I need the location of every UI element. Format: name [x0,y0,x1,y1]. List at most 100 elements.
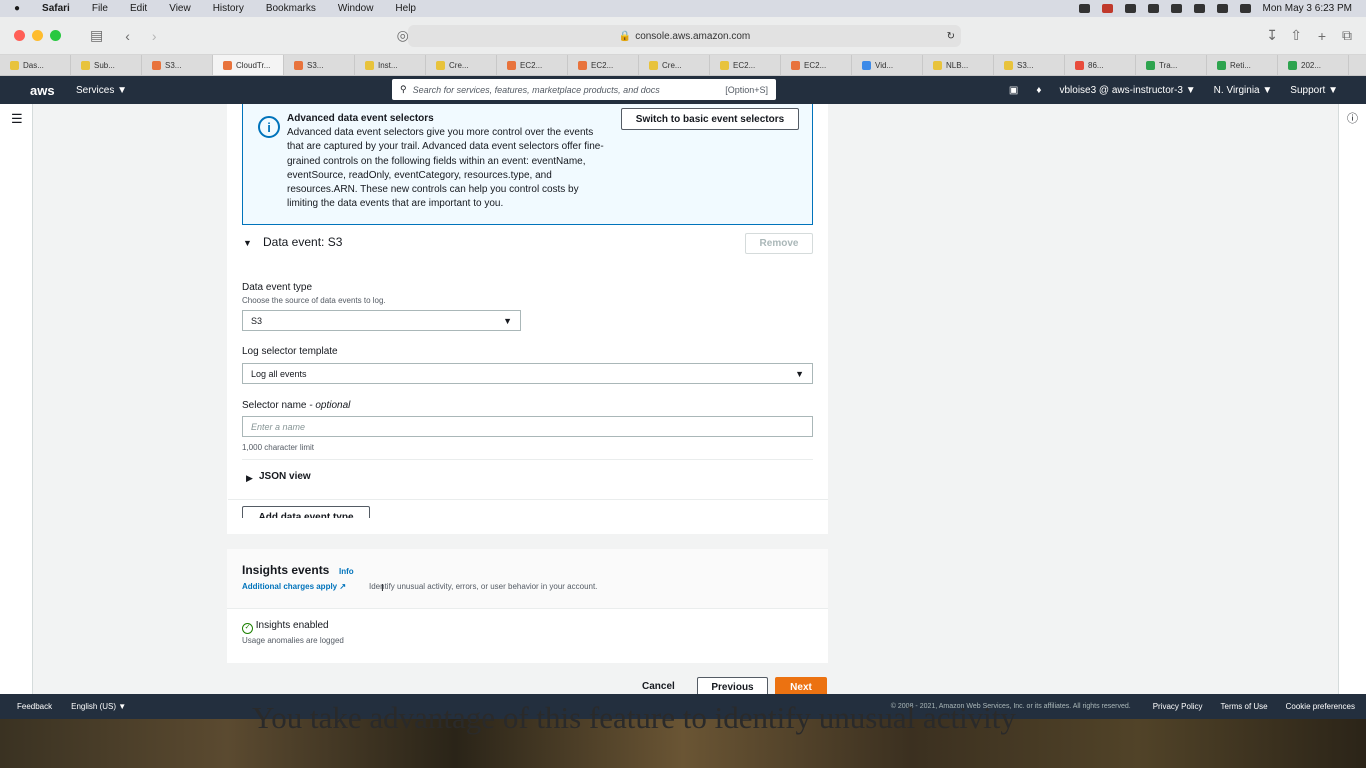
minimize-window-icon[interactable] [32,30,43,41]
data-event-type-value: S3 [251,315,263,326]
tab-favicon-icon [578,60,587,70]
dropbox-icon[interactable] [1078,4,1090,13]
forward-icon[interactable]: › [152,28,157,44]
selector-name-label-text: Selector name [242,400,307,411]
app-icon[interactable] [1101,4,1113,13]
switch-to-basic-selectors-button[interactable]: Switch to basic event selectors [621,108,799,130]
console-content: ☰ ⓘ i Advanced data event selectors Adva… [0,104,1366,698]
data-event-type-label: Data event type [242,282,313,293]
browser-tab[interactable]: EC2... [781,55,852,75]
region-menu[interactable]: N. Virginia ▼ [1214,85,1273,96]
tab-label: Inst... [378,60,398,70]
aws-header-right: ▣ ♦ vbloise3 @ aws-instructor-3 ▼ N. Vir… [1009,85,1338,96]
battery-icon[interactable] [1193,4,1205,13]
browser-tab[interactable]: EC2... [497,55,568,75]
support-menu[interactable]: Support ▼ [1290,85,1338,96]
privacy-policy-link[interactable]: Privacy Policy [1153,702,1203,711]
tab-favicon-icon [1146,60,1155,70]
language-menu[interactable]: English (US) ▼ [71,702,126,711]
browser-tab[interactable]: EC2... [568,55,639,75]
cancel-button[interactable]: Cancel [642,681,675,692]
menu-window[interactable]: Window [338,3,374,14]
display-icon[interactable] [1147,4,1159,13]
data-event-type-select[interactable]: S3 ▼ [242,310,521,331]
tab-label: EC2... [733,60,756,70]
tab-overview-icon[interactable]: ⧉ [1342,27,1352,44]
cookie-preferences-link[interactable]: Cookie preferences [1286,702,1355,711]
browser-tab[interactable]: S3... [284,55,355,75]
browser-tab[interactable]: Reti... [1207,55,1278,75]
apple-icon[interactable]: ● [14,3,20,14]
browser-tab[interactable]: CloudTr... [213,55,284,75]
menu-history[interactable]: History [213,3,244,14]
tab-label: 202... [1301,60,1322,70]
help-panel-icon[interactable]: ⓘ [1347,110,1358,126]
menu-view[interactable]: View [169,3,191,14]
service-search-input[interactable]: ⚲ Search for services, features, marketp… [392,79,776,100]
data-event-title[interactable]: Data event: S3 [263,235,342,249]
hamburger-menu-icon[interactable]: ☰ [11,111,23,127]
browser-tab[interactable]: Cre... [639,55,710,75]
browser-tab[interactable]: 202... [1278,55,1349,75]
menu-bookmarks[interactable]: Bookmarks [266,3,316,14]
feedback-link[interactable]: Feedback [17,702,52,711]
close-window-icon[interactable] [14,30,25,41]
expand-caret-icon[interactable]: ▶ [246,473,253,484]
browser-tab[interactable]: Sub... [71,55,142,75]
zoom-window-icon[interactable] [50,30,61,41]
browser-tab[interactable]: 86... [1065,55,1136,75]
moon-icon[interactable] [1170,4,1182,13]
tab-favicon-icon [933,60,942,70]
browser-tab[interactable]: EC2... [710,55,781,75]
sidebar-icon[interactable]: ▤ [90,27,103,44]
notifications-icon[interactable]: ♦ [1036,85,1041,96]
terms-of-use-link[interactable]: Terms of Use [1221,702,1268,711]
privacy-shield-icon[interactable]: ◎ [397,27,409,44]
tab-label: EC2... [804,60,827,70]
tab-favicon-icon [862,60,871,70]
cloud-icon[interactable] [1124,4,1136,13]
additional-charges-link[interactable]: Additional charges apply ↗ [242,582,346,591]
clock[interactable]: Mon May 3 6:23 PM [1263,3,1352,14]
tab-label: S3... [307,60,324,70]
tab-favicon-icon [81,60,90,70]
browser-tab[interactable]: S3... [994,55,1065,75]
tab-favicon-icon [791,60,800,70]
menu-help[interactable]: Help [395,3,416,14]
browser-tab[interactable]: Inst... [355,55,426,75]
browser-tab[interactable]: Das... [0,55,71,75]
aws-logo[interactable]: aws [30,83,60,98]
browser-tab[interactable]: Cre... [426,55,497,75]
remove-button[interactable]: Remove [745,233,813,254]
menu-file[interactable]: File [92,3,108,14]
app-menu[interactable]: Safari [42,3,70,14]
info-icon: i [258,116,280,138]
browser-tab[interactable]: NLB... [923,55,994,75]
download-icon[interactable]: ↧ [1266,27,1278,44]
share-icon[interactable]: ⇧ [1290,27,1302,44]
reload-icon[interactable]: ↻ [947,31,955,42]
browser-tab[interactable]: Vid... [852,55,923,75]
selector-name-input[interactable]: Enter a name [242,416,813,437]
log-selector-template-select[interactable]: Log all events ▼ [242,363,813,384]
search-icon[interactable] [1239,4,1251,13]
account-menu[interactable]: vbloise3 @ aws-instructor-3 ▼ [1059,85,1195,96]
browser-tab[interactable]: S3... [142,55,213,75]
json-view-toggle[interactable]: JSON view [259,471,311,482]
services-menu[interactable]: Services ▼ [76,85,127,96]
address-bar[interactable]: 🔒 console.aws.amazon.com ↻ [408,25,961,47]
new-tab-icon[interactable]: + [1318,28,1326,44]
mac-menubar: ● Safari File Edit View History Bookmark… [0,0,1366,17]
cloudshell-icon[interactable]: ▣ [1009,85,1018,96]
menu-edit[interactable]: Edit [130,3,147,14]
back-icon[interactable]: ‹ [125,28,130,44]
status-tray: Mon May 3 6:23 PM [1078,3,1352,14]
wifi-icon[interactable] [1216,4,1228,13]
divider [228,499,828,500]
info-link[interactable]: Info [339,567,354,576]
tab-favicon-icon [720,60,729,70]
tab-label: EC2... [591,60,614,70]
collapse-caret-icon[interactable]: ▼ [243,238,252,248]
tab-label: Tra... [1159,60,1178,70]
browser-tab[interactable]: Tra... [1136,55,1207,75]
